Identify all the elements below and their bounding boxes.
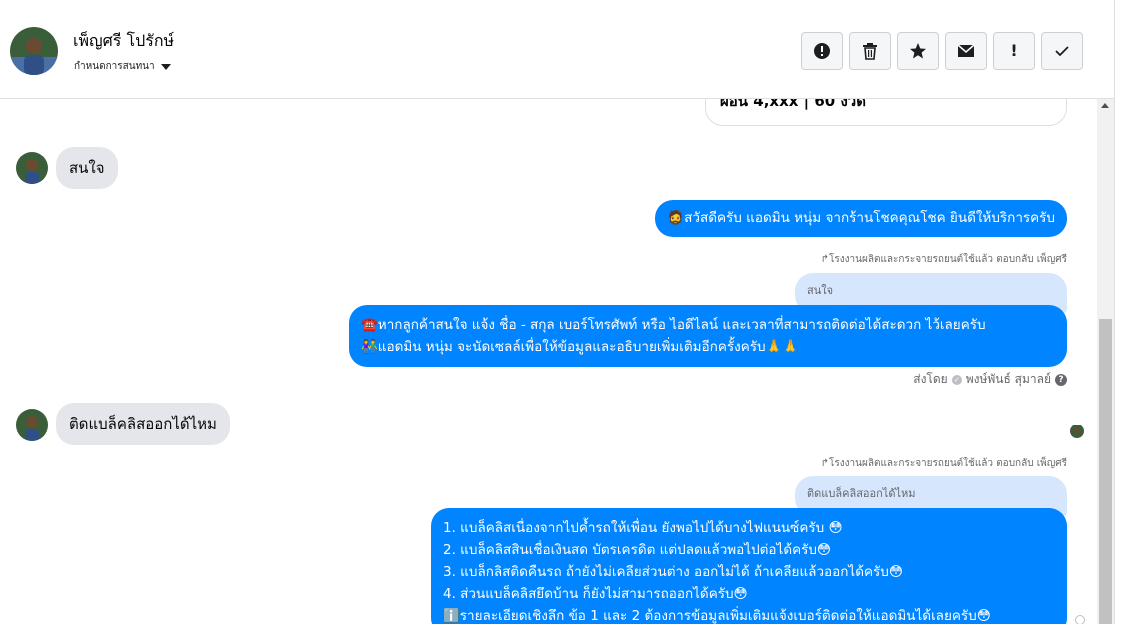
report-spam-button[interactable] xyxy=(801,32,843,70)
message-line: 2. แบล็คลิสสินเชื่อเงินสด บัตรเครดิต แต่… xyxy=(443,542,832,558)
sent-status-icon xyxy=(1075,615,1085,624)
trash-icon xyxy=(863,43,877,60)
message-line: 1. แบล็คลิสเนื่องจากไปค้ำรถให้เพื่อน ยัง… xyxy=(443,520,843,536)
sent-by-label: ส่งโดย xyxy=(913,372,948,386)
check-icon xyxy=(1055,46,1069,57)
incoming-message[interactable]: สนใจ xyxy=(56,147,118,189)
message-scrollbar[interactable] xyxy=(1097,99,1114,624)
envelope-icon xyxy=(957,44,975,57)
conversation-header: เพ็ญศรี โปรักษ์ กำหนดการสนทนา ! xyxy=(0,0,1114,99)
scrollbar-thumb[interactable] xyxy=(1099,319,1112,624)
alert-circle-icon xyxy=(814,43,830,59)
assign-conversation-label: กำหนดการสนทนา xyxy=(74,61,155,72)
sender-avatar xyxy=(16,152,48,184)
panel-divider xyxy=(1114,0,1115,624)
outgoing-message[interactable]: ☎️หากลูกค้าสนใจ แจ้ง ชื่อ - สกุล เบอร์โท… xyxy=(349,305,1067,367)
reply-context-label: ↱โรงงานผลิตและกระจายรถยนต์ใช้แล้ว ตอบกลั… xyxy=(820,254,1067,265)
incoming-message[interactable]: ติดแบล็คลิสออกได้ไหม xyxy=(56,403,230,445)
exclamation-icon: ! xyxy=(1010,41,1018,60)
contact-avatar[interactable] xyxy=(10,27,58,75)
message-line: ☎️หากลูกค้าสนใจ แจ้ง ชื่อ - สกุล เบอร์โท… xyxy=(361,317,986,333)
sent-by-info: ส่งโดย ✓ พงษ์พันธ์ สุมาลย์ ? xyxy=(913,370,1067,389)
star-icon xyxy=(910,43,926,59)
message-list: ผ่อน 4,xxx | 60 งวด สนใจ 🧔สวัสดีครับ แอด… xyxy=(0,99,1097,624)
star-button[interactable] xyxy=(897,32,939,70)
scroll-up-arrow-icon[interactable] xyxy=(1101,103,1109,108)
mark-unread-button[interactable] xyxy=(945,32,987,70)
reply-context-label: ↱โรงงานผลิตและกระจายรถยนต์ใช้แล้ว ตอบกลั… xyxy=(820,458,1067,469)
sent-by-name[interactable]: พงษ์พันธ์ สุมาลย์ xyxy=(966,370,1051,389)
caret-down-icon xyxy=(160,63,171,70)
mark-important-button[interactable]: ! xyxy=(993,32,1035,70)
assign-conversation-dropdown[interactable]: กำหนดการสนทนา xyxy=(74,59,171,74)
help-icon[interactable]: ? xyxy=(1055,373,1067,386)
verified-icon: ✓ xyxy=(951,374,962,385)
mark-done-button[interactable] xyxy=(1041,32,1083,70)
card-price-text: ผ่อน 4,xxx | 60 งวด xyxy=(720,99,866,110)
message-line: ℹ️รายละเอียดเชิงลึก ข้อ 1 และ 2 ต้องการข… xyxy=(443,608,991,624)
sender-avatar xyxy=(16,409,48,441)
read-receipt-avatar xyxy=(1070,424,1084,438)
previous-card-message: ผ่อน 4,xxx | 60 งวด xyxy=(705,99,1067,126)
inbox-conversation-view: เพ็ญศรี โปรักษ์ กำหนดการสนทนา ! ผ่อน 4,x… xyxy=(0,0,1121,624)
contact-name[interactable]: เพ็ญศรี โปรักษ์ xyxy=(73,29,174,54)
outgoing-message[interactable]: 🧔สวัสดีครับ แอดมิน หนุ่ม จากร้านโชคคุณโช… xyxy=(655,200,1067,237)
delete-button[interactable] xyxy=(849,32,891,70)
message-line: 4. ส่วนแบล็คลิสยึดบ้าน ก็ยังไม่สามารถออก… xyxy=(443,586,748,602)
conversation-toolbar: ! xyxy=(801,32,1083,70)
outgoing-message[interactable]: 1. แบล็คลิสเนื่องจากไปค้ำรถให้เพื่อน ยัง… xyxy=(431,508,1067,624)
message-line: 3. แบล็กลิสติดคืนรถ ถ้ายังไม่เคลียส่วนต่… xyxy=(443,564,903,580)
message-line: 👫แอดมิน หนุ่ม จะนัดเซลล์เพื่อให้ข้อมูลแล… xyxy=(361,339,800,355)
